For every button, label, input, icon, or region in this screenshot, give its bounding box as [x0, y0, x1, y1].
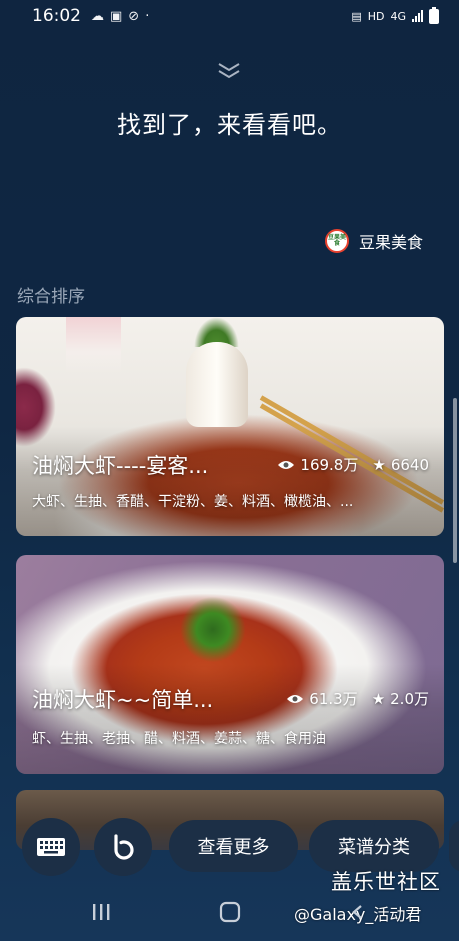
recipe-title: 油焖大虾----宴客... — [32, 454, 209, 478]
more-actions-button[interactable] — [449, 820, 459, 872]
recipe-ingredients: 虾、生抽、老抽、醋、料酒、姜蒜、糖、食用油 — [32, 731, 326, 747]
keyboard-icon — [37, 838, 65, 856]
bixby-icon — [114, 834, 134, 860]
star-icon: ★ — [372, 455, 386, 474]
network-label: 4G — [390, 9, 406, 23]
favorite-count: 2.0万 — [390, 690, 429, 708]
douguo-logo-icon: 豆果美食 — [324, 229, 349, 253]
battery-icon — [429, 6, 439, 24]
watermark: 盖乐世社区 — [331, 870, 441, 894]
back-button[interactable] — [343, 898, 373, 926]
home-button[interactable] — [215, 898, 245, 926]
keyboard-button[interactable] — [22, 818, 80, 876]
view-count: 61.3万 — [309, 690, 358, 708]
dot-icon: · — [145, 8, 150, 24]
navigation-bar — [0, 898, 459, 926]
douguo-logo-text: 豆果美食 — [327, 234, 346, 247]
recipe-stats: 169.8万 ★ 6640 — [277, 454, 429, 475]
status-time: 16:02 — [32, 6, 81, 26]
eye-icon — [278, 460, 295, 469]
recents-button[interactable] — [86, 898, 116, 926]
favorite-count: 6640 — [390, 455, 429, 474]
view-more-button[interactable]: 查看更多 — [169, 820, 298, 872]
eye-icon — [287, 694, 304, 703]
recipe-card[interactable]: 油焖大虾----宴客... 169.8万 ★ 6640 大虾、生抽、香醋、干淀粉… — [16, 317, 444, 536]
status-bar: 16:02 ☁ ▣ ⊘ · ▤ HD 4G — [0, 0, 459, 32]
cloud-icon: ☁ — [91, 8, 104, 24]
pay-icon: ▣ — [110, 8, 123, 24]
page-title: 找到了，来看看吧。 — [117, 111, 342, 139]
collapse-chevron-icon[interactable] — [215, 60, 243, 82]
bixby-button[interactable] — [94, 818, 152, 876]
recipe-stats: 61.3万 ★ 2.0万 — [286, 688, 429, 709]
sort-label[interactable]: 综合排序 — [17, 282, 85, 307]
hd-label: HD — [367, 9, 385, 23]
home-icon — [219, 901, 241, 923]
back-icon — [352, 905, 362, 919]
scroll-indicator[interactable] — [453, 398, 457, 563]
source-link[interactable]: 豆果美食 豆果美食 — [324, 229, 423, 253]
source-name: 豆果美食 — [358, 233, 423, 252]
status-right: ▤ HD 4G — [351, 6, 439, 24]
blocked-icon: ⊘ — [128, 8, 140, 24]
recipe-title: 油焖大虾~~简单... — [32, 688, 214, 712]
recents-icon — [93, 904, 110, 920]
recipe-card[interactable]: 油焖大虾~~简单... 61.3万 ★ 2.0万 虾、生抽、老抽、醋、料酒、姜蒜… — [16, 555, 444, 774]
recipe-ingredients: 大虾、生抽、香醋、干淀粉、姜、料酒、橄榄油、... — [32, 494, 354, 510]
signal-icon — [412, 10, 423, 22]
star-icon: ★ — [371, 689, 386, 708]
recipe-category-button[interactable]: 菜谱分类 — [309, 820, 439, 872]
view-count: 169.8万 — [300, 456, 359, 474]
nfc-icon: ▤ — [351, 9, 362, 23]
